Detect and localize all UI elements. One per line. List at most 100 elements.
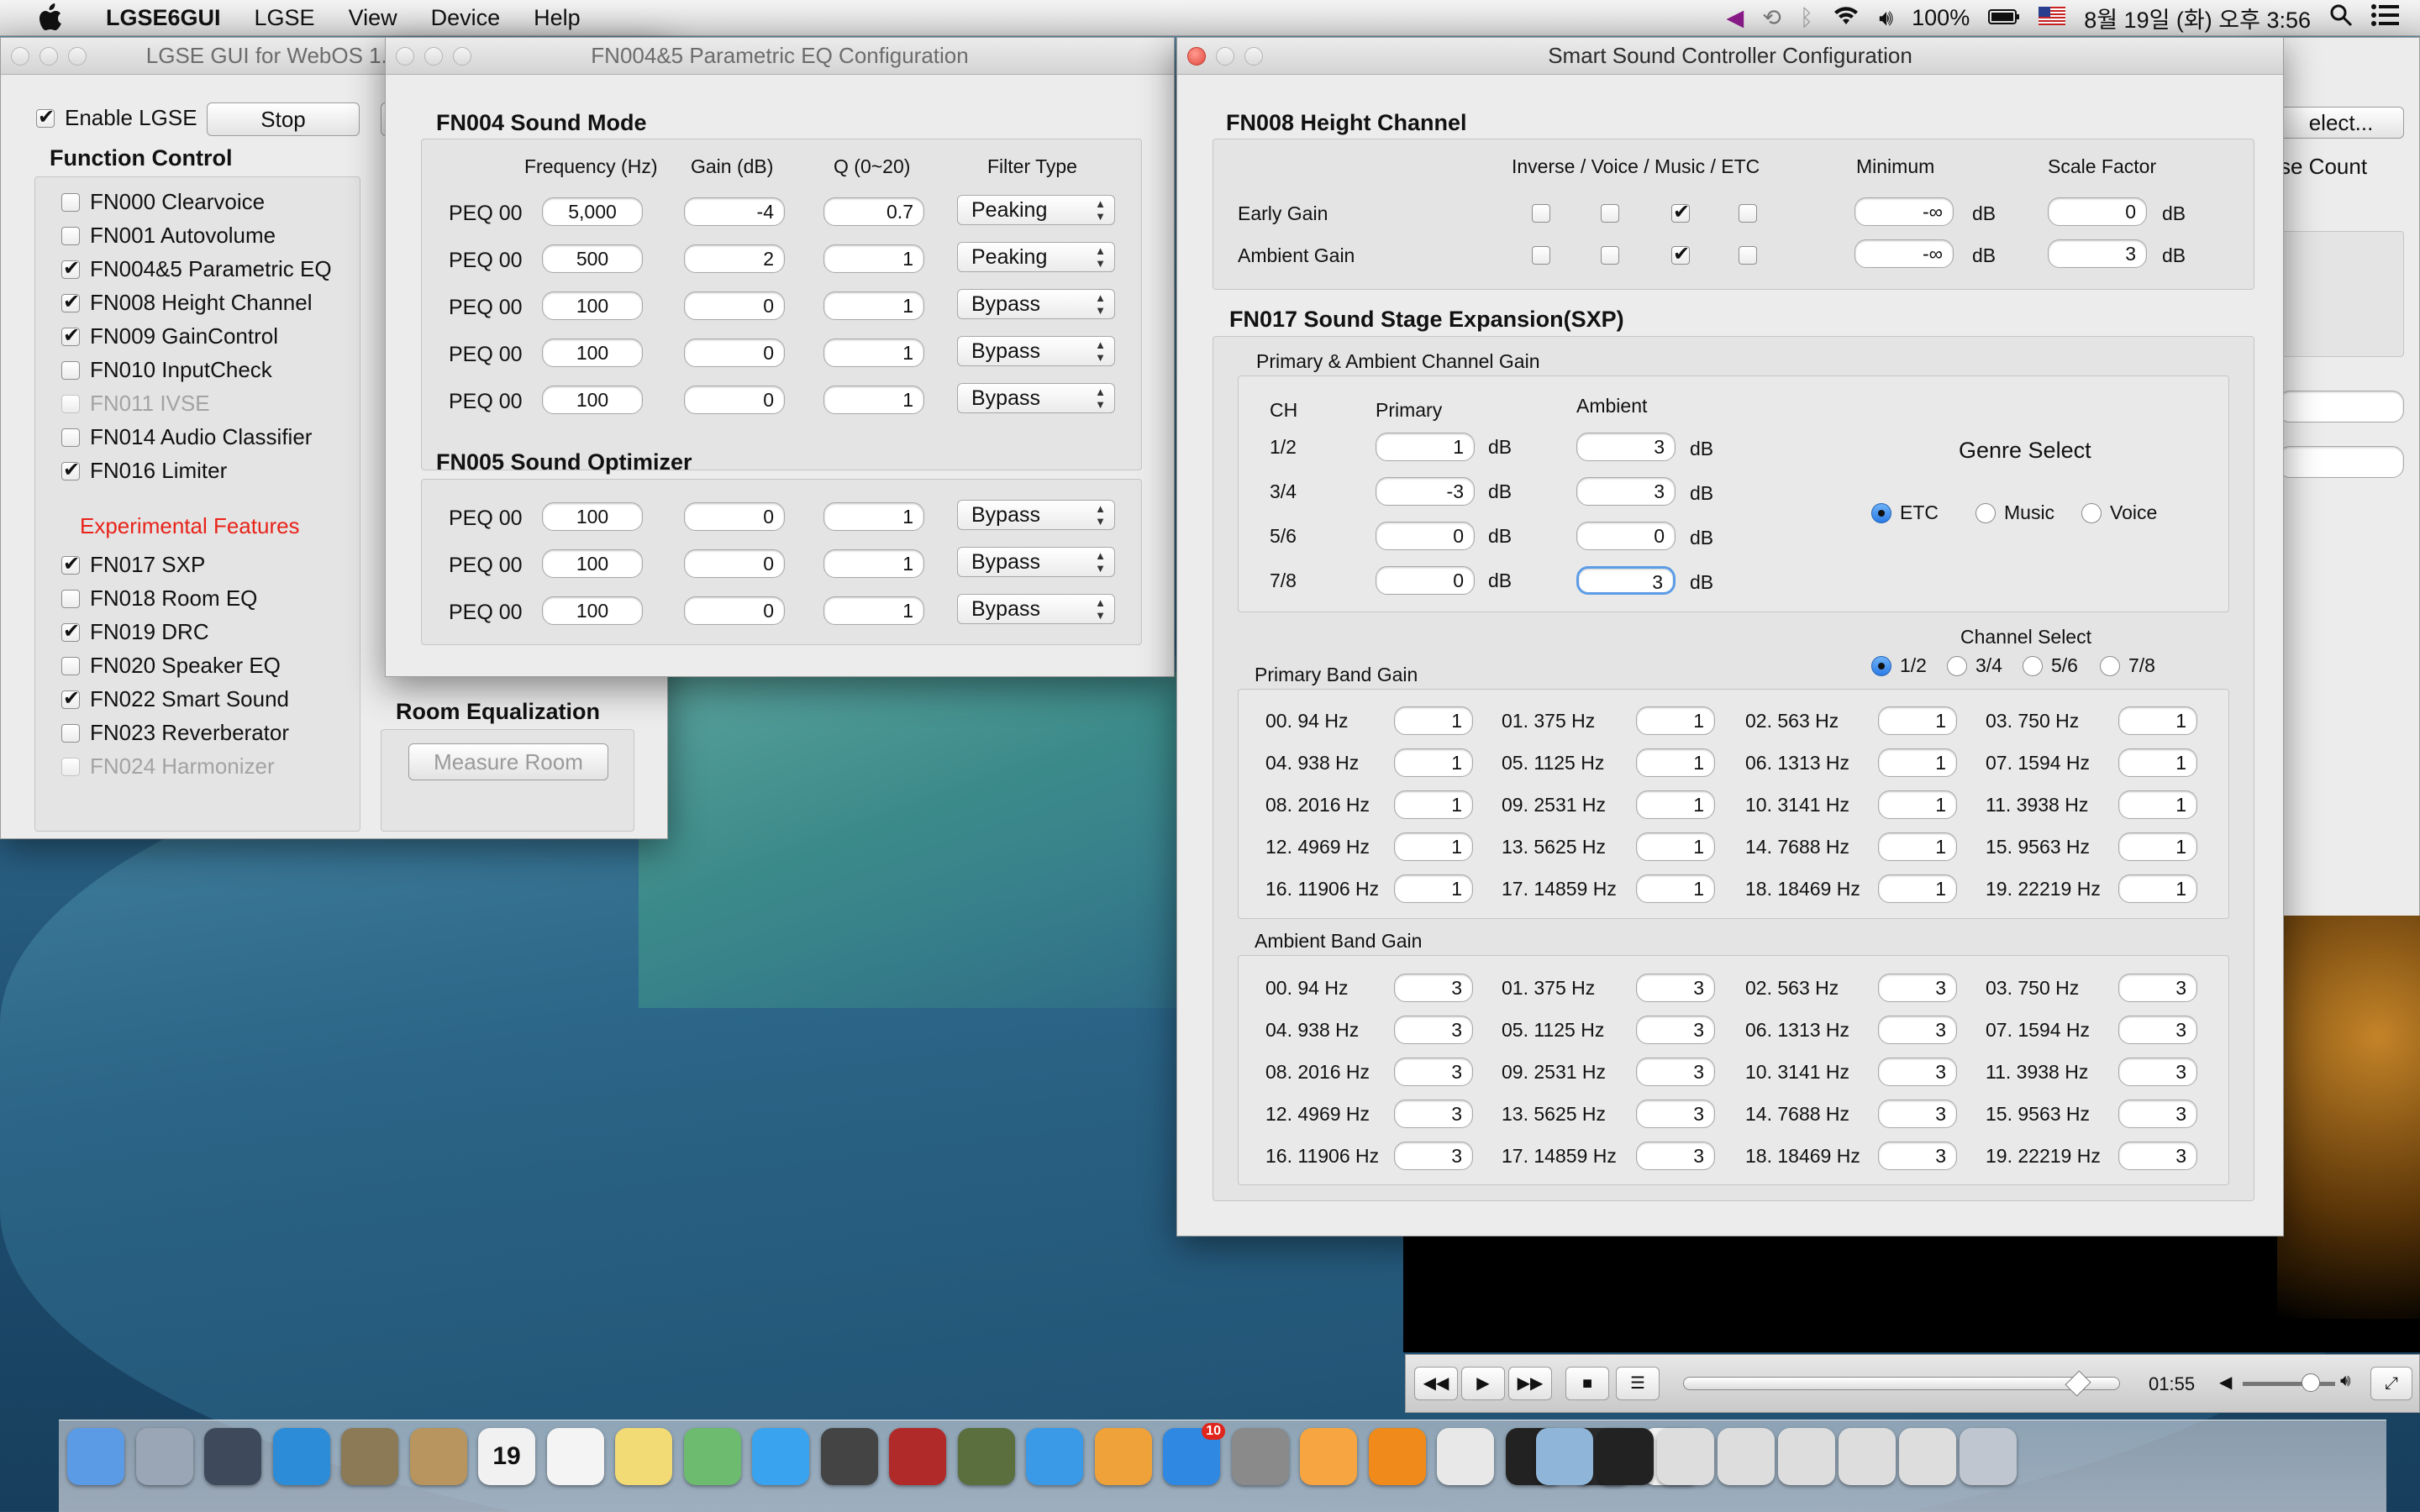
function-checkbox[interactable]: FN018 Room EQ <box>61 585 257 612</box>
checkbox-box[interactable] <box>61 360 80 380</box>
function-checkbox[interactable]: FN019 DRC <box>61 619 209 645</box>
channel-radio[interactable]: 3/4 <box>1947 654 2002 677</box>
checkbox-box[interactable] <box>61 192 80 212</box>
checkbox-box[interactable] <box>61 290 80 314</box>
forward-button[interactable]: ▶▶ <box>1508 1367 1552 1400</box>
band-gain-field[interactable]: 3 <box>1878 1016 1957 1044</box>
clock[interactable]: 8월 19일 (화) 오후 3:56 <box>2084 2 2311 34</box>
ambient-gain-field[interactable]: 0 <box>1576 522 1676 550</box>
stop-button[interactable]: ■ <box>1565 1367 1609 1400</box>
band-gain-field[interactable]: 1 <box>2118 748 2197 777</box>
genre-radio[interactable]: Voice <box>2081 501 2157 524</box>
band-gain-field[interactable]: 3 <box>1394 1058 1473 1086</box>
seek-handle[interactable] <box>2065 1370 2091 1397</box>
gain-field[interactable]: 0 <box>684 549 785 578</box>
height-checkbox[interactable] <box>1739 246 1757 265</box>
checkbox-box[interactable] <box>61 723 80 743</box>
vlc-like-icon[interactable] <box>1300 1428 1357 1485</box>
gain-field[interactable]: 0 <box>684 502 785 531</box>
q-field[interactable]: 1 <box>823 549 924 578</box>
gain-field[interactable]: 0 <box>684 291 785 320</box>
band-gain-field[interactable]: 3 <box>1394 974 1473 1002</box>
folder-icon[interactable] <box>1536 1428 1593 1485</box>
radio-dot[interactable] <box>2081 502 2102 523</box>
q-field[interactable]: 1 <box>823 596 924 625</box>
close-window-button[interactable] <box>11 46 29 66</box>
time-machine-icon[interactable]: ⟲ <box>1762 5 1781 31</box>
band-gain-field[interactable]: 3 <box>2118 1100 2197 1128</box>
height-checkbox[interactable] <box>1532 246 1550 265</box>
background-field[interactable] <box>2278 391 2404 423</box>
vlc-icon[interactable] <box>1368 1428 1426 1485</box>
band-gain-field[interactable]: 1 <box>1394 706 1473 735</box>
band-gain-field[interactable]: 1 <box>2118 706 2197 735</box>
volume-icon[interactable]: 🔊︎ <box>1879 5 1893 32</box>
finder-icon[interactable] <box>67 1428 124 1485</box>
primary-gain-field[interactable]: -3 <box>1376 477 1475 506</box>
select-button[interactable]: elect... <box>2278 107 2404 139</box>
preview-icon[interactable] <box>341 1428 398 1485</box>
rewind-button[interactable]: ◀◀ <box>1414 1367 1458 1400</box>
battery-icon[interactable] <box>1988 5 2020 31</box>
calendar-icon[interactable]: 19 <box>478 1428 535 1485</box>
gain-field[interactable]: 2 <box>684 244 785 273</box>
q-field[interactable]: 1 <box>823 291 924 320</box>
system-preferences-icon[interactable] <box>1231 1428 1289 1485</box>
channel-radio[interactable]: 5/6 <box>2023 654 2078 677</box>
function-checkbox[interactable]: FN008 Height Channel <box>61 290 313 316</box>
q-field[interactable]: 1 <box>823 386 924 414</box>
radio-dot[interactable] <box>1975 502 1996 523</box>
band-gain-field[interactable]: 1 <box>1878 706 1957 735</box>
sound-flower-icon[interactable]: ◀ <box>1727 5 1744 31</box>
menu-view[interactable]: View <box>332 5 414 31</box>
apple-menu-icon[interactable] <box>32 1 69 34</box>
height-checkbox[interactable] <box>1739 204 1757 223</box>
band-gain-field[interactable]: 3 <box>1878 1058 1957 1086</box>
playlist-button[interactable]: ☰ <box>1616 1367 1660 1400</box>
menu-help[interactable]: Help <box>517 5 597 31</box>
reminders-icon[interactable] <box>546 1428 604 1485</box>
band-gain-field[interactable]: 3 <box>1878 1142 1957 1170</box>
band-gain-field[interactable]: 1 <box>2118 874 2197 903</box>
band-gain-field[interactable]: 1 <box>1878 874 1957 903</box>
q-field[interactable]: 1 <box>823 339 924 367</box>
maps-icon[interactable] <box>683 1428 741 1485</box>
genre-radio[interactable]: ETC <box>1871 501 1939 524</box>
band-gain-field[interactable]: 1 <box>1636 706 1715 735</box>
minimize-window-button[interactable] <box>1216 46 1234 66</box>
fullscreen-button[interactable]: ⤢ <box>2370 1367 2412 1400</box>
zoom-window-button[interactable] <box>68 46 87 66</box>
contacts-icon[interactable] <box>409 1428 467 1485</box>
ambient-gain-field[interactable]: 3 <box>1576 477 1676 506</box>
height-checkbox[interactable] <box>1601 204 1619 223</box>
primary-gain-field[interactable]: 0 <box>1376 566 1475 595</box>
frequency-field[interactable]: 100 <box>542 291 643 320</box>
close-window-button[interactable] <box>1187 46 1206 66</box>
close-window-button[interactable] <box>396 46 414 66</box>
channel-radio[interactable]: 1/2 <box>1871 654 1927 677</box>
band-gain-field[interactable]: 3 <box>2118 974 2197 1002</box>
wifi-icon[interactable] <box>1832 4 1860 32</box>
function-checkbox[interactable]: FN017 SXP <box>61 552 205 578</box>
volume-handle[interactable] <box>2302 1373 2320 1392</box>
function-checkbox[interactable]: FN000 Clearvoice <box>61 189 265 215</box>
background-field[interactable] <box>2278 446 2404 478</box>
notes-icon[interactable] <box>615 1428 672 1485</box>
itunes-icon[interactable] <box>1026 1428 1083 1485</box>
band-gain-field[interactable]: 3 <box>2118 1058 2197 1086</box>
band-gain-field[interactable]: 1 <box>2118 832 2197 861</box>
channel-radio[interactable]: 7/8 <box>2100 654 2155 677</box>
band-gain-field[interactable]: 1 <box>1636 874 1715 903</box>
window-thumb-icon[interactable] <box>1778 1428 1835 1485</box>
radio-dot[interactable] <box>2100 655 2120 676</box>
band-gain-field[interactable]: 1 <box>2118 790 2197 819</box>
filter-type-select[interactable]: Bypass ▲ ▼ <box>957 594 1115 624</box>
band-gain-field[interactable]: 3 <box>2118 1142 2197 1170</box>
stop-button[interactable]: Stop <box>207 102 360 136</box>
function-checkbox[interactable]: FN023 Reverberator <box>61 720 289 746</box>
trash-icon[interactable] <box>1960 1428 2017 1485</box>
enable-lgse-checkbox[interactable]: Enable LGSE <box>36 105 197 131</box>
band-gain-field[interactable]: 1 <box>1878 832 1957 861</box>
seek-bar[interactable] <box>1683 1377 2120 1390</box>
function-checkbox[interactable]: FN009 GainControl <box>61 323 278 349</box>
